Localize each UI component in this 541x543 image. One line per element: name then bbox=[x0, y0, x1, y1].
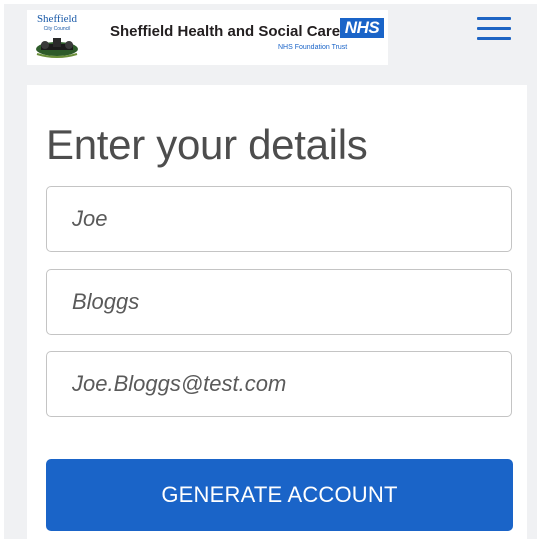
hamburger-menu-icon-line bbox=[477, 37, 511, 40]
page-title: Enter your details bbox=[46, 121, 368, 168]
last-name-field[interactable] bbox=[46, 269, 512, 335]
menu-button[interactable] bbox=[477, 17, 511, 41]
trust-name: Sheffield Health and Social Care bbox=[110, 23, 341, 40]
first-name-input[interactable] bbox=[48, 188, 510, 250]
first-name-field[interactable] bbox=[46, 186, 512, 252]
generate-account-button[interactable]: GENERATE ACCOUNT bbox=[46, 459, 513, 531]
site-logo[interactable]: Sheffield City Council Sheffield Health … bbox=[27, 10, 388, 65]
email-field[interactable] bbox=[46, 351, 512, 417]
hamburger-menu-icon-line bbox=[477, 27, 511, 30]
trust-subtitle: NHS Foundation Trust bbox=[278, 44, 348, 51]
council-crest-icon bbox=[36, 38, 78, 58]
council-name: Sheffield bbox=[36, 13, 78, 25]
last-name-input[interactable] bbox=[48, 271, 510, 333]
hamburger-menu-icon bbox=[477, 17, 511, 20]
nhs-logo-badge: NHS bbox=[340, 18, 384, 38]
council-logo: Sheffield City Council bbox=[31, 14, 83, 60]
council-subtitle: City Council bbox=[43, 26, 71, 32]
email-input[interactable] bbox=[48, 353, 510, 415]
